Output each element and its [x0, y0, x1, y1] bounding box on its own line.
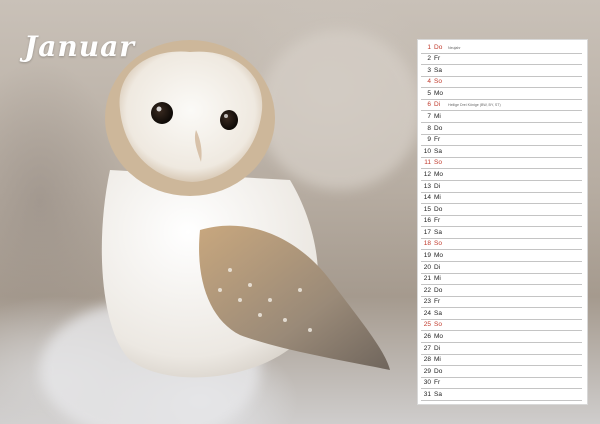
weekday-label: Sa — [434, 228, 442, 236]
weekday-label: Do — [434, 367, 443, 375]
calendar-day-row: 4 So — [421, 77, 582, 89]
calendar-day-row: 21 Mi — [421, 274, 582, 286]
calendar-day-row: 7 Mi — [421, 111, 582, 124]
weekday-label: Fr — [434, 217, 441, 225]
day-number: 28 — [423, 356, 431, 364]
calendar-day-row: 29 Do — [421, 366, 582, 378]
weekday-label: Fr — [434, 136, 441, 144]
weekday-label: Mi — [434, 194, 441, 202]
weekday-label: Di — [434, 263, 441, 271]
weekday-label: Di — [434, 101, 441, 109]
weekday-label: Sa — [434, 66, 442, 74]
weekday-label: Do — [434, 124, 443, 132]
calendar-day-row: 1 Do Neujahr — [421, 42, 582, 54]
calendar-day-row: 17 Sa — [421, 227, 582, 239]
calendar-day-row: 18 So — [421, 239, 582, 251]
day-number: 2 — [427, 55, 431, 63]
weekday-label: Sa — [434, 390, 442, 398]
day-number: 29 — [423, 367, 431, 375]
calendar-day-row: 27 Di — [421, 343, 582, 355]
weekday-label: So — [434, 240, 442, 248]
calendar-day-row: 11 So — [421, 158, 582, 170]
calendar-day-row: 25 So — [421, 320, 582, 332]
weekday-label: Mo — [434, 170, 444, 178]
calendar-day-row: 15 Do — [421, 204, 582, 216]
weekday-label: Mi — [434, 275, 441, 283]
weekday-label: Do — [434, 205, 443, 213]
day-number: 16 — [423, 217, 431, 225]
calendar-day-list: 1 Do Neujahr 2 Fr 3 Sa 4 So 5 Mo 6 Di Heilige Drei Kö… — [417, 39, 588, 405]
day-number: 6 — [427, 101, 431, 109]
weekday-label: Do — [434, 43, 443, 51]
day-number: 8 — [427, 124, 431, 132]
weekday-label: Fr — [434, 55, 441, 63]
day-number: 20 — [423, 263, 431, 271]
day-number: 1 — [427, 43, 431, 51]
weekday-label: Sa — [434, 147, 442, 155]
day-number: 4 — [427, 78, 431, 86]
month-title: Januar — [24, 30, 135, 63]
day-number: 11 — [424, 159, 431, 167]
calendar-day-row: 30 Fr — [421, 378, 582, 390]
weekday-label: Mo — [434, 89, 444, 97]
owl-left-eye — [151, 102, 173, 124]
day-number: 27 — [423, 344, 431, 352]
day-number: 3 — [427, 66, 431, 74]
weekday-label: Mo — [434, 333, 444, 341]
weekday-label: Mo — [434, 251, 444, 259]
calendar-day-row: 2 Fr — [421, 54, 582, 66]
day-number: 17 — [423, 228, 431, 236]
day-number: 25 — [423, 321, 431, 329]
weekday-label: Sa — [434, 309, 442, 317]
calendar-day-row: 22 Do — [421, 285, 582, 297]
day-number: 24 — [423, 309, 431, 317]
calendar-day-row: 19 Mo — [421, 250, 582, 262]
weekday-label: So — [434, 321, 442, 329]
weekday-label: Do — [434, 286, 443, 294]
day-number: 22 — [423, 286, 431, 294]
day-number: 30 — [423, 379, 431, 387]
weekday-label: Fr — [434, 298, 441, 306]
owl-right-eye — [220, 110, 238, 130]
calendar-day-row: 16 Fr — [421, 216, 582, 228]
day-number: 14 — [423, 194, 431, 202]
day-number: 15 — [423, 205, 431, 213]
day-number: 18 — [423, 240, 431, 248]
day-number: 31 — [423, 390, 431, 398]
holiday-note: Neujahr — [448, 45, 461, 50]
calendar-day-row: 31 Sa — [421, 389, 582, 401]
day-number: 9 — [427, 136, 431, 144]
calendar-day-row: 8 Do — [421, 123, 582, 135]
weekday-label: Mi — [434, 113, 441, 121]
day-number: 13 — [423, 182, 431, 190]
calendar-day-row: 14 Mi — [421, 193, 582, 205]
day-number: 23 — [423, 298, 431, 306]
weekday-label: So — [434, 78, 442, 86]
calendar-day-row: 24 Sa — [421, 308, 582, 320]
calendar-day-row: 23 Fr — [421, 297, 582, 309]
weekday-label: Di — [434, 182, 441, 190]
calendar-day-row: 26 Mo — [421, 331, 582, 344]
weekday-label: So — [434, 159, 442, 167]
weekday-label: Di — [434, 344, 441, 352]
calendar-day-row: 13 Di — [421, 181, 582, 193]
calendar-day-row: 3 Sa — [421, 65, 582, 77]
calendar-day-row: 9 Fr — [421, 135, 582, 147]
holiday-note: Heilige Drei Könige (BW, BY, ST) — [448, 103, 501, 108]
calendar-day-row: 10 Sa — [421, 146, 582, 158]
day-number: 5 — [427, 89, 431, 97]
day-number: 12 — [423, 170, 431, 178]
weekday-label: Fr — [434, 379, 441, 387]
calendar-day-row: 20 Di — [421, 262, 582, 274]
day-number: 10 — [423, 147, 431, 155]
calendar-day-row: 5 Mo — [421, 88, 582, 100]
calendar-day-row: 6 Di Heilige Drei Könige (BW, BY, ST) — [421, 100, 582, 112]
day-number: 7 — [427, 113, 431, 121]
calendar-day-row: 28 Mi — [421, 355, 582, 367]
weekday-label: Mi — [434, 356, 441, 364]
calendar-day-row: 12 Mo — [421, 169, 582, 181]
day-number: 21 — [423, 275, 431, 283]
day-number: 19 — [423, 251, 431, 259]
day-number: 26 — [423, 333, 431, 341]
